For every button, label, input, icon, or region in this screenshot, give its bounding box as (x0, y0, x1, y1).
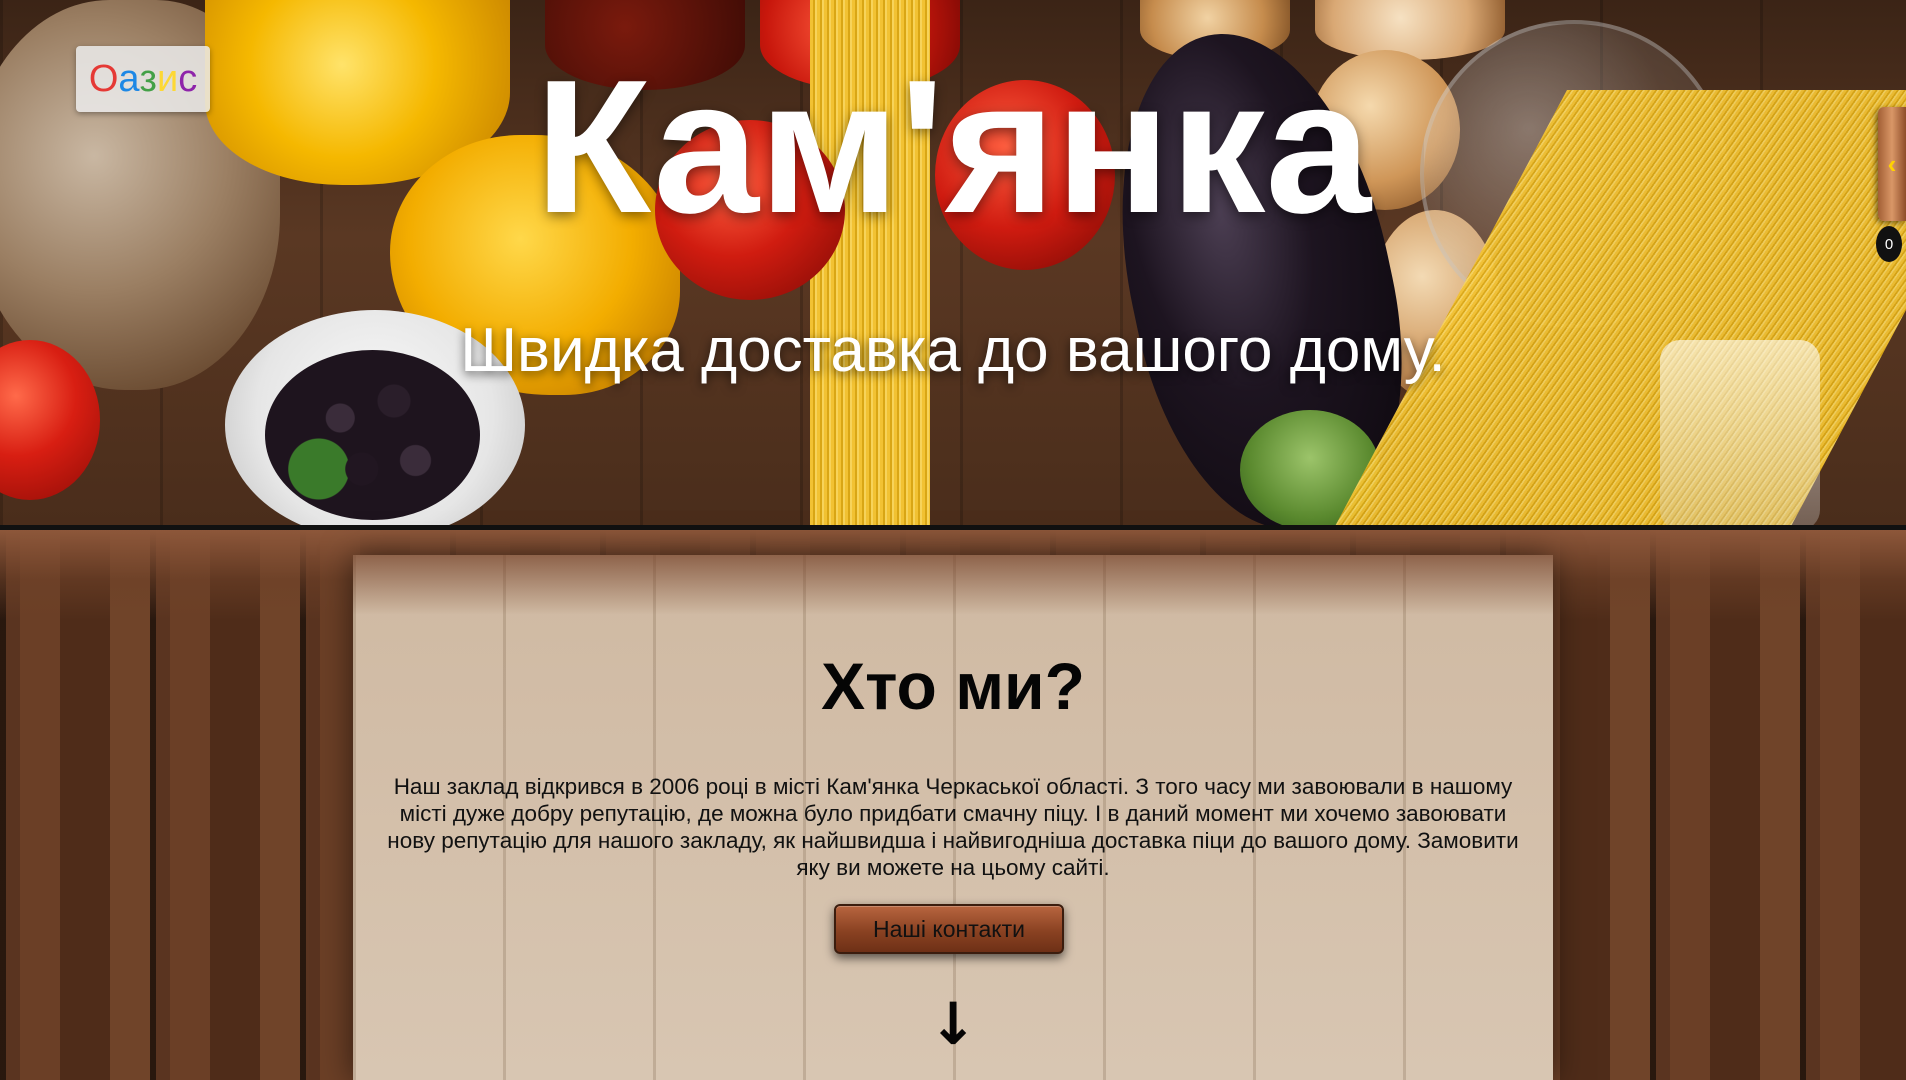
hero-subtitle: Швидка доставка до вашого дому. (460, 316, 1446, 385)
about-section-shade (353, 555, 1553, 615)
hero-banner: Оазис Кам'янка Швидка доставка до вашого… (0, 0, 1906, 530)
arrow-down-icon[interactable]: ↓ (353, 995, 1553, 1053)
about-description: Наш заклад відкрився в 2006 році в місті… (387, 774, 1519, 880)
about-section: Хто ми? Наш заклад відкрився в 2006 році… (353, 555, 1553, 1080)
about-title: Хто ми? (821, 649, 1085, 723)
contacts-button[interactable]: Наші контакти (834, 904, 1064, 954)
cart-count-badge[interactable]: 0 (1876, 226, 1902, 262)
hero-title: Кам'янка (534, 41, 1372, 253)
chevron-left-icon: ‹ (1887, 149, 1897, 179)
cart-panel-toggle[interactable]: ‹ (1878, 107, 1906, 221)
